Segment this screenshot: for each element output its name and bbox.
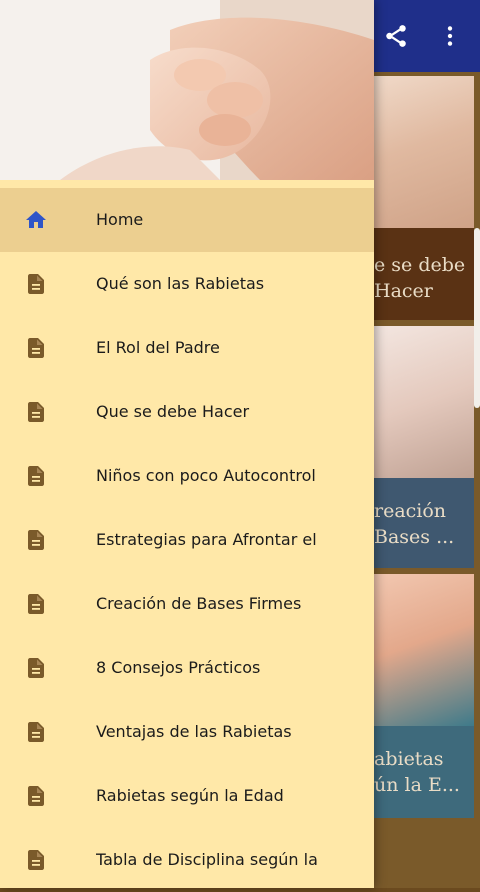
navigation-drawer: Home Qué son las Rabietas El Rol del Padre… bbox=[0, 0, 374, 888]
document-icon bbox=[24, 400, 48, 424]
drawer-item[interactable]: Creación de Bases Firmes bbox=[0, 572, 374, 636]
document-icon bbox=[24, 272, 48, 296]
drawer-item[interactable]: Rabietas según la Edad bbox=[0, 764, 374, 828]
article-card[interactable]: reación Bases ... bbox=[374, 326, 474, 568]
share-icon[interactable] bbox=[378, 18, 414, 54]
hands-photo bbox=[0, 0, 374, 180]
drawer-item[interactable]: Qué son las Rabietas bbox=[0, 252, 374, 316]
home-icon bbox=[24, 208, 48, 232]
drawer-item-label: Estrategias para Afrontar el bbox=[96, 530, 317, 549]
drawer-item[interactable]: Ventajas de las Rabietas bbox=[0, 700, 374, 764]
drawer-item[interactable]: Tabla de Disciplina según la bbox=[0, 828, 374, 892]
document-icon bbox=[24, 528, 48, 552]
document-icon bbox=[24, 592, 48, 616]
drawer-item-label: Creación de Bases Firmes bbox=[96, 594, 302, 613]
card-caption: abietas ún la E... bbox=[374, 748, 460, 796]
drawer-item-label: Ventajas de las Rabietas bbox=[96, 722, 292, 741]
document-icon bbox=[24, 656, 48, 680]
card-image bbox=[374, 76, 474, 228]
document-icon bbox=[24, 720, 48, 744]
drawer-menu: Home Qué son las Rabietas El Rol del Padre… bbox=[0, 188, 374, 892]
drawer-item-label: Rabietas según la Edad bbox=[96, 786, 284, 805]
card-image bbox=[374, 326, 474, 478]
card-caption: e se debe Hacer bbox=[374, 254, 466, 302]
more-vert-icon[interactable] bbox=[432, 18, 468, 54]
article-card[interactable]: e se debe Hacer bbox=[374, 76, 474, 320]
document-icon bbox=[24, 336, 48, 360]
drawer-item-label: Home bbox=[96, 210, 144, 229]
drawer-item-label: Que se debe Hacer bbox=[96, 402, 250, 421]
card-image bbox=[374, 574, 474, 726]
document-icon bbox=[24, 848, 48, 872]
drawer-header-image bbox=[0, 0, 374, 180]
article-card[interactable]: abietas ún la E... bbox=[374, 574, 474, 818]
document-icon bbox=[24, 464, 48, 488]
drawer-item[interactable]: 8 Consejos Prácticos bbox=[0, 636, 374, 700]
drawer-item-label: Tabla de Disciplina según la bbox=[96, 850, 318, 869]
drawer-item-label: Qué son las Rabietas bbox=[96, 274, 265, 293]
drawer-item[interactable]: Niños con poco Autocontrol bbox=[0, 444, 374, 508]
drawer-item[interactable]: Estrategias para Afrontar el bbox=[0, 508, 374, 572]
scrollbar[interactable] bbox=[474, 228, 480, 408]
drawer-item-label: 8 Consejos Prácticos bbox=[96, 658, 261, 677]
drawer-item[interactable]: El Rol del Padre bbox=[0, 316, 374, 380]
card-caption: reación Bases ... bbox=[374, 500, 455, 548]
drawer-item-label: El Rol del Padre bbox=[96, 338, 220, 357]
drawer-item[interactable]: Que se debe Hacer bbox=[0, 380, 374, 444]
document-icon bbox=[24, 784, 48, 808]
drawer-item[interactable]: Home bbox=[0, 188, 374, 252]
drawer-item-label: Niños con poco Autocontrol bbox=[96, 466, 316, 485]
